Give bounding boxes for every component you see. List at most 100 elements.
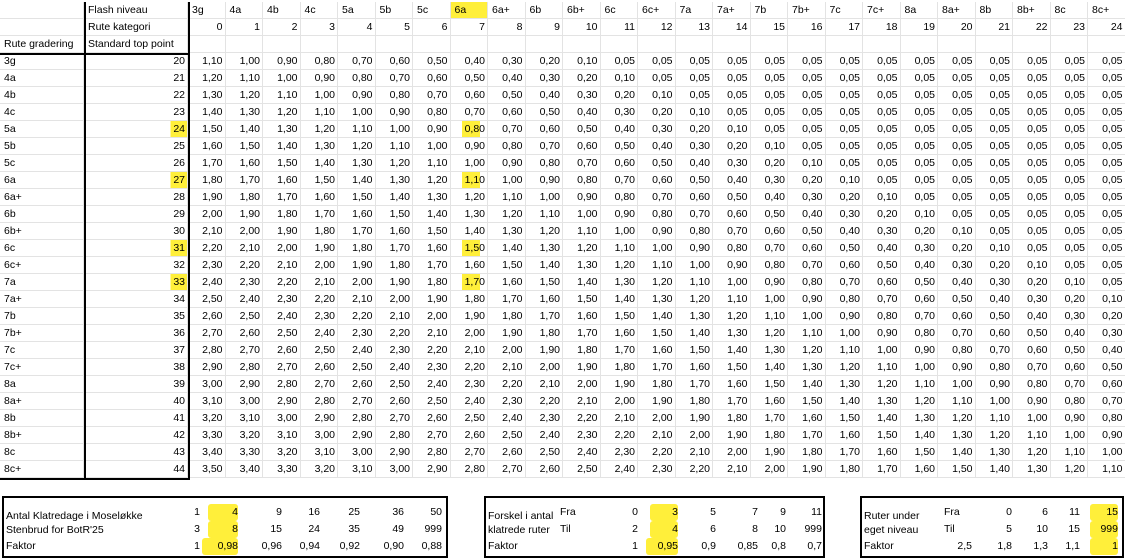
factor-cell[interactable]: 0,80 [488, 138, 526, 155]
factor-cell[interactable]: 0,05 [900, 155, 938, 172]
factor-cell[interactable]: 0,70 [975, 342, 1013, 359]
factor-cell[interactable]: 0,50 [938, 291, 976, 308]
factor-cell[interactable]: 3,10 [338, 461, 376, 478]
grade-header-4a[interactable]: 4a [225, 2, 263, 19]
factor-cell[interactable]: 0,60 [488, 104, 526, 121]
factor-cell[interactable]: 0,05 [900, 53, 938, 70]
factor-cell[interactable]: 1,00 [788, 308, 826, 325]
factor-cell[interactable]: 0,70 [600, 172, 638, 189]
factor-cell[interactable]: 2,10 [638, 427, 676, 444]
factor-cell[interactable]: 0,10 [1050, 274, 1088, 291]
factor-cell[interactable]: 0,05 [975, 70, 1013, 87]
factor-cell[interactable]: 0,20 [713, 138, 751, 155]
factor-cell[interactable]: 0,80 [938, 342, 976, 359]
factor-cell[interactable]: 0,60 [1050, 359, 1088, 376]
factor-cell[interactable]: 1,40 [900, 427, 938, 444]
row-points-6a[interactable]: 27 [84, 172, 188, 189]
grade-header-8b[interactable]: 8b [975, 2, 1013, 19]
factor-cell[interactable]: 1,30 [788, 359, 826, 376]
row-points-6c[interactable]: 31 [84, 240, 188, 257]
factor-cell[interactable]: 2,00 [413, 308, 451, 325]
factor-cell[interactable]: 3,30 [188, 427, 226, 444]
empty-cell[interactable] [975, 36, 1013, 53]
factor-cell[interactable]: 1,50 [338, 189, 376, 206]
factor-cell[interactable]: 2,80 [338, 410, 376, 427]
category-number-15[interactable]: 15 [750, 19, 788, 36]
grade-header-7b+[interactable]: 7b+ [788, 2, 826, 19]
factor-cell[interactable]: 3,20 [300, 461, 338, 478]
factor-cell[interactable]: 0,30 [1050, 308, 1088, 325]
factor-cell[interactable]: 1,60 [563, 308, 601, 325]
grade-header-6b[interactable]: 6b [525, 2, 563, 19]
factor-cell[interactable]: 0,05 [788, 87, 826, 104]
factor-cell[interactable]: 2,00 [713, 444, 751, 461]
factor-cell[interactable]: 2,50 [488, 427, 526, 444]
factor-cell[interactable]: 1,70 [413, 257, 451, 274]
factor-cell[interactable]: 2,00 [600, 393, 638, 410]
ruter-under-to[interactable]: 5 [984, 521, 1012, 538]
factor-cell[interactable]: 0,05 [938, 138, 976, 155]
factor-cell[interactable]: 0,05 [1050, 121, 1088, 138]
empty-cell[interactable] [263, 36, 301, 53]
factor-cell[interactable]: 0,90 [713, 257, 751, 274]
factor-cell[interactable]: 1,00 [300, 87, 338, 104]
factor-cell[interactable]: 0,60 [450, 87, 488, 104]
factor-cell[interactable]: 0,05 [863, 104, 901, 121]
factor-cell[interactable]: 0,60 [975, 325, 1013, 342]
factor-cell[interactable]: 0,70 [375, 70, 413, 87]
factor-cell[interactable]: 0,05 [938, 104, 976, 121]
factor-cell[interactable]: 2,30 [638, 461, 676, 478]
factor-cell[interactable]: 2,10 [563, 393, 601, 410]
factor-cell[interactable]: 0,40 [675, 155, 713, 172]
factor-cell[interactable]: 0,05 [638, 70, 676, 87]
factor-cell[interactable]: 1,80 [338, 240, 376, 257]
factor-cell[interactable]: 2,20 [600, 427, 638, 444]
factor-cell[interactable]: 0,40 [825, 223, 863, 240]
factor-cell[interactable]: 0,10 [938, 223, 976, 240]
factor-cell[interactable]: 1,60 [825, 427, 863, 444]
factor-cell[interactable]: 0,05 [1050, 172, 1088, 189]
factor-cell[interactable]: 1,20 [1050, 461, 1088, 478]
factor-cell[interactable]: 3,40 [225, 461, 263, 478]
row-grade-5b[interactable]: 5b [0, 138, 84, 155]
factor-cell[interactable]: 1,70 [188, 155, 226, 172]
factor-cell[interactable]: 2,30 [563, 427, 601, 444]
factor-cell[interactable]: 2,00 [638, 410, 676, 427]
factor-cell[interactable]: 2,20 [563, 410, 601, 427]
factor-cell[interactable]: 1,60 [525, 291, 563, 308]
factor-cell[interactable]: 1,40 [788, 376, 826, 393]
factor-cell[interactable]: 0,05 [1050, 240, 1088, 257]
factor-cell[interactable]: 0,05 [788, 121, 826, 138]
factor-cell[interactable]: 0,60 [525, 121, 563, 138]
row-grade-6a+[interactable]: 6a+ [0, 189, 84, 206]
factor-cell[interactable]: 1,70 [863, 461, 901, 478]
factor-cell[interactable]: 1,00 [413, 138, 451, 155]
factor-cell[interactable]: 0,30 [825, 206, 863, 223]
empty-cell[interactable] [563, 36, 601, 53]
factor-cell[interactable]: 0,70 [713, 223, 751, 240]
klatredage-faktor[interactable]: 0,96 [246, 538, 282, 555]
factor-cell[interactable]: 1,00 [863, 342, 901, 359]
factor-cell[interactable]: 1,10 [300, 104, 338, 121]
factor-cell[interactable]: 0,05 [1013, 172, 1051, 189]
empty-cell[interactable] [938, 36, 976, 53]
ruter-under-to[interactable]: 999 [1090, 521, 1118, 538]
factor-cell[interactable]: 0,05 [1013, 206, 1051, 223]
row-points-7a[interactable]: 33 [84, 274, 188, 291]
grade-header-3g[interactable]: 3g [188, 2, 226, 19]
grade-header-5c[interactable]: 5c [413, 2, 451, 19]
klatredage-to[interactable]: 3 [170, 521, 200, 538]
factor-cell[interactable]: 1,20 [638, 274, 676, 291]
row-points-4b[interactable]: 22 [84, 87, 188, 104]
factor-cell[interactable]: 0,05 [975, 223, 1013, 240]
factor-cell[interactable]: 1,90 [338, 257, 376, 274]
factor-cell[interactable]: 0,70 [825, 274, 863, 291]
factor-cell[interactable]: 0,05 [900, 87, 938, 104]
factor-cell[interactable]: 1,30 [938, 427, 976, 444]
empty-cell[interactable] [225, 36, 263, 53]
factor-cell[interactable]: 2,80 [413, 444, 451, 461]
factor-cell[interactable]: 0,05 [1088, 138, 1125, 155]
factor-cell[interactable]: 0,60 [638, 172, 676, 189]
row-grade-7a[interactable]: 7a [0, 274, 84, 291]
factor-cell[interactable]: 1,10 [600, 240, 638, 257]
